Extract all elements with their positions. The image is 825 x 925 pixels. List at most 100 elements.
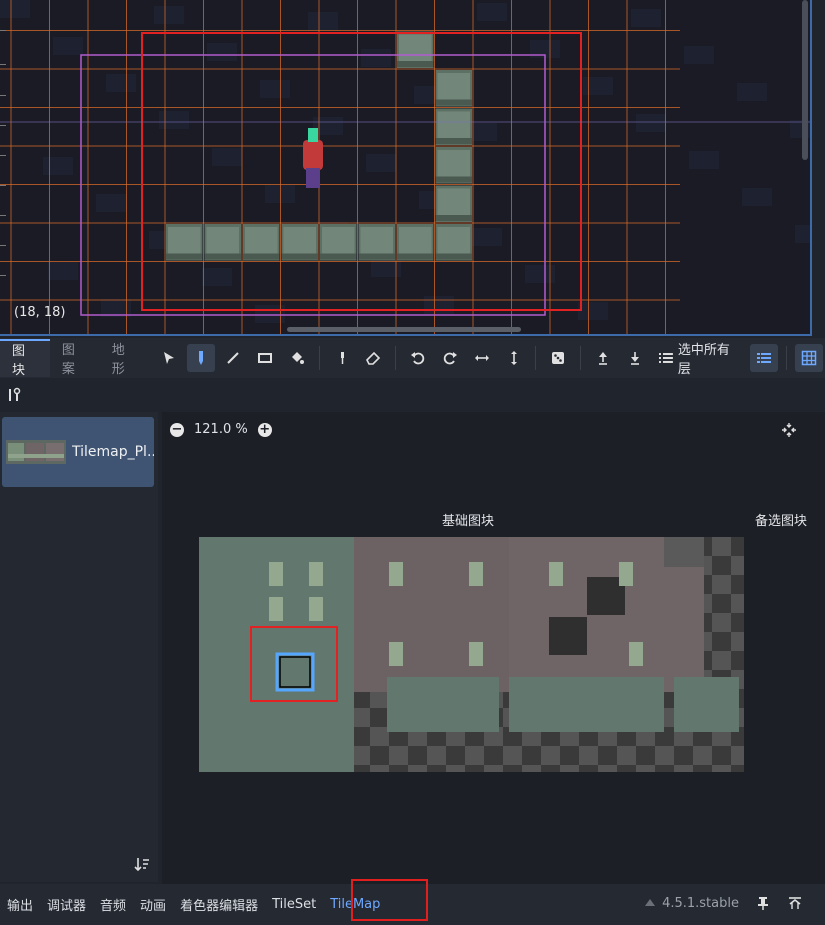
atlas-pillar <box>269 597 283 621</box>
highlight-layer-button[interactable] <box>750 344 779 372</box>
background-foliage <box>43 157 73 175</box>
background-foliage <box>424 296 454 314</box>
separator <box>535 346 537 370</box>
atlas-stone-region <box>354 537 509 692</box>
highlight-annotation <box>351 879 428 921</box>
expand-panel-button[interactable] <box>787 895 803 915</box>
pin-icon <box>758 897 768 910</box>
update-spinner-icon <box>643 896 657 914</box>
tilemap-grid[interactable] <box>0 0 812 336</box>
background-foliage <box>689 151 719 169</box>
transparency-checker <box>712 575 731 594</box>
alternative-tiles-label: 备选图块 <box>755 514 808 529</box>
stone-tile-edge <box>397 61 434 67</box>
rotate-left-icon <box>411 352 425 365</box>
flip-h-button[interactable] <box>468 344 496 372</box>
zoom-controls: − 121.0 % + <box>170 422 272 437</box>
toggle-grid-button[interactable] <box>795 344 823 372</box>
atlas-pillar <box>309 597 323 621</box>
transparency-checker <box>731 765 744 772</box>
tab-animation[interactable]: 动画 <box>133 895 173 914</box>
background-foliage <box>472 228 502 246</box>
background-foliage <box>477 3 507 21</box>
background-foliage <box>106 74 136 92</box>
flip-v-button[interactable] <box>500 344 528 372</box>
background-foliage <box>202 268 232 286</box>
atlas-wall-region <box>509 677 664 732</box>
background-foliage <box>154 6 184 24</box>
flip-v-icon <box>510 351 517 365</box>
transparency-checker <box>598 746 617 765</box>
player-hair <box>308 128 318 142</box>
transparency-checker <box>731 575 744 594</box>
ruler-tick <box>0 275 6 276</box>
transparency-checker <box>731 537 744 556</box>
transparency-checker <box>484 746 503 765</box>
zoom-in-button[interactable]: + <box>257 422 272 437</box>
vertical-scrollbar[interactable] <box>802 0 808 160</box>
sort-button[interactable] <box>134 856 150 876</box>
tile-atlas[interactable] <box>199 537 744 772</box>
transparency-checker <box>655 765 674 772</box>
background-foliage <box>790 120 810 138</box>
tab-shader-editor[interactable]: 着色器编辑器 <box>173 895 265 914</box>
zoom-out-button[interactable]: − <box>170 422 184 437</box>
layer-up-button[interactable] <box>589 344 617 372</box>
line-tool-button[interactable] <box>219 344 247 372</box>
center-view-button[interactable] <box>781 422 797 442</box>
source-toolbar <box>0 378 825 412</box>
line-icon <box>227 352 239 364</box>
eraser-tool-button[interactable] <box>359 344 387 372</box>
paint-tool-button[interactable] <box>187 344 216 372</box>
atlas-empty <box>549 617 587 655</box>
transparency-checker <box>617 746 636 765</box>
horizontal-scrollbar[interactable] <box>287 327 521 332</box>
stone-tile-face <box>283 227 316 256</box>
transparency-checker <box>731 632 744 651</box>
canvas-viewport[interactable]: (18, 18) <box>0 0 812 336</box>
transparency-checker <box>731 746 744 765</box>
picker-tool-button[interactable] <box>328 344 356 372</box>
random-tile-button[interactable] <box>544 344 572 372</box>
tab-patterns[interactable]: 图案 <box>50 339 100 377</box>
tab-debugger[interactable]: 调试器 <box>40 895 93 914</box>
transparency-checker <box>522 746 541 765</box>
layer-down-button[interactable] <box>621 344 649 372</box>
tab-output[interactable]: 输出 <box>0 895 40 914</box>
transparency-checker <box>693 765 712 772</box>
background-foliage <box>795 225 810 243</box>
tab-tiles[interactable]: 图块 <box>0 339 50 378</box>
ruler-tick <box>0 155 6 156</box>
transparency-checker <box>712 537 731 556</box>
background-foliage <box>742 188 772 206</box>
atlas-pillar <box>469 642 483 666</box>
version-label: 4.5.1.stable <box>662 896 739 911</box>
atlas-pillar <box>389 642 403 666</box>
tools-settings-button[interactable] <box>6 387 22 407</box>
select-tool-button[interactable] <box>156 344 184 372</box>
pin-panel-button[interactable] <box>755 895 771 915</box>
paint-icon <box>199 351 204 365</box>
rect-tool-button[interactable] <box>251 344 279 372</box>
layer-selector[interactable]: 选中所有层 <box>658 339 742 377</box>
background-foliage <box>631 9 661 27</box>
tile-source-item[interactable]: Tilemap_Pl... <box>2 417 154 487</box>
transparency-checker <box>427 746 446 765</box>
rotate-right-button[interactable] <box>436 344 464 372</box>
stone-tile-edge <box>397 253 434 260</box>
wrench-screwdriver-icon <box>9 387 21 401</box>
layer-down-icon <box>631 352 639 365</box>
tab-audio[interactable]: 音频 <box>93 895 133 914</box>
tab-tileset[interactable]: TileSet <box>265 897 323 912</box>
base-tiles-label: 基础图块 <box>442 514 495 529</box>
tab-terrains[interactable]: 地形 <box>100 339 150 377</box>
transparency-checker <box>370 765 389 772</box>
transparency-checker <box>712 765 731 772</box>
transparency-checker <box>674 765 693 772</box>
stone-tile-edge <box>320 253 357 260</box>
atlas-view[interactable]: − 121.0 % + 基础图块 备选图块 <box>162 412 825 884</box>
list-icon <box>658 353 673 363</box>
bucket-tool-button[interactable] <box>283 344 311 372</box>
layer-up-icon <box>599 352 608 365</box>
rotate-left-button[interactable] <box>404 344 432 372</box>
